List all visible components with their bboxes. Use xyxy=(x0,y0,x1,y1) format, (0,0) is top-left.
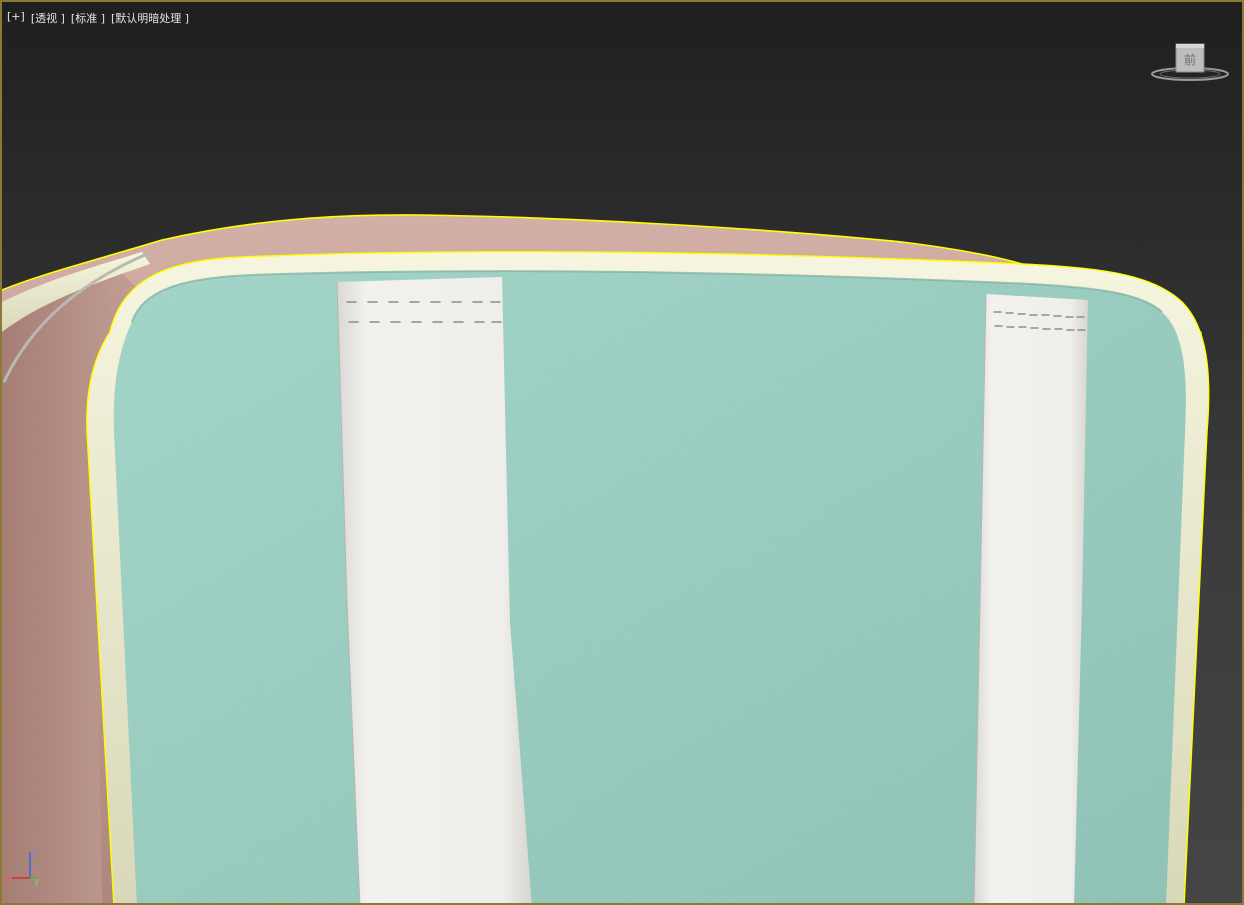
viewport-menu-shading[interactable]: [默认明暗处理 ] xyxy=(111,10,189,26)
right-white-strap xyxy=(974,294,1088,903)
viewport-menu-plus[interactable]: [+] xyxy=(7,10,25,26)
left-white-strap xyxy=(337,277,532,903)
scene-render[interactable] xyxy=(2,2,1244,905)
axis-x-label: x xyxy=(5,875,11,885)
viewcube-icon[interactable]: 前 xyxy=(1148,40,1232,86)
perspective-viewport[interactable]: [+] [透视 ] [标准 ] [默认明暗处理 ] 前 z x y xyxy=(0,0,1244,905)
viewport-menu-pov[interactable]: [透视 ] xyxy=(31,10,65,26)
axis-tripod-icon: z x y xyxy=(5,849,40,887)
viewcube-face-label: 前 xyxy=(1184,52,1196,67)
viewport-menu-standard[interactable]: [标准 ] xyxy=(71,10,105,26)
axis-z-label: z xyxy=(32,849,37,859)
viewport-label-menu: [+] [透视 ] [标准 ] [默认明暗处理 ] xyxy=(7,10,195,26)
axis-y-label: y xyxy=(34,877,40,887)
